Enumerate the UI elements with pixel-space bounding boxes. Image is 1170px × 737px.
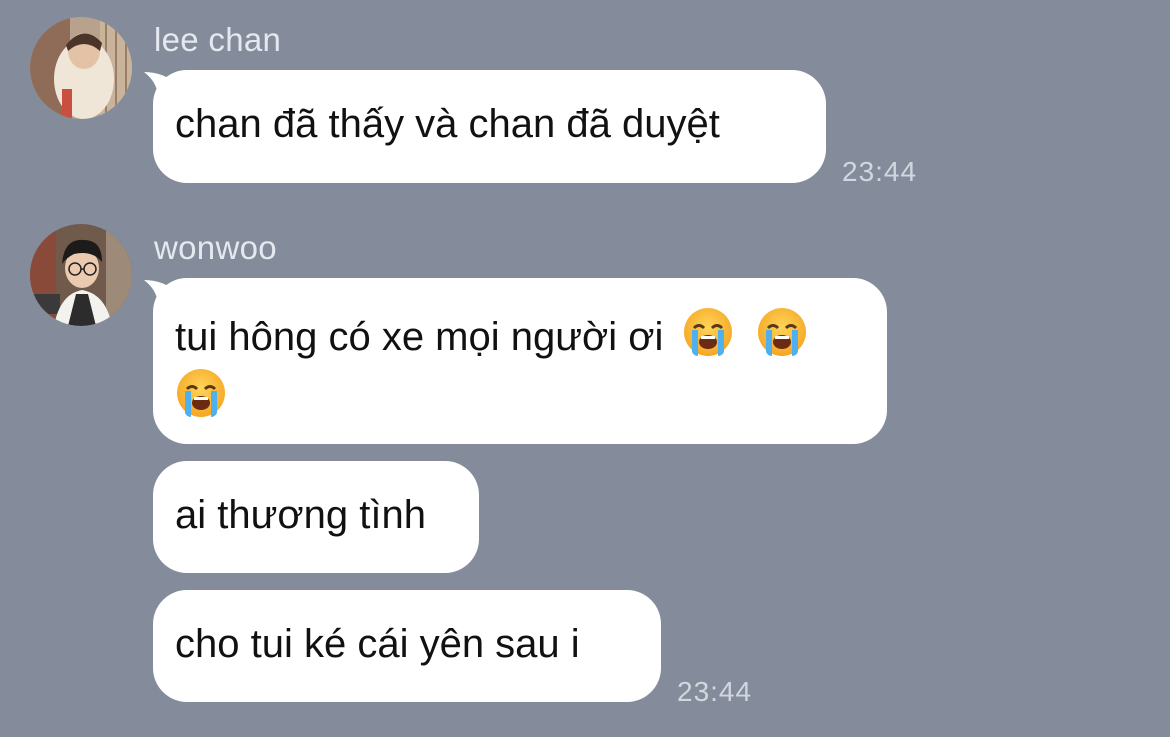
sender-name-wonwoo: wonwoo (154, 229, 277, 266)
message-bubble[interactable]: ai thương tình (153, 461, 479, 573)
message-timestamp: 23:44 (842, 156, 918, 187)
message-text: chan đã thấy và chan đã duyệt (175, 102, 720, 146)
loudly-crying-face-icon (177, 369, 225, 417)
message-bubble[interactable]: tui hông có xe mọi người ơi (153, 278, 887, 444)
avatar-photo-icon (30, 224, 132, 326)
loudly-crying-face-icon (684, 308, 733, 356)
avatar-photo-icon (30, 17, 132, 119)
message-text: tui hông có xe mọi người ơi (175, 315, 664, 359)
message-bubble[interactable]: chan đã thấy và chan đã duyệt (153, 70, 826, 183)
sender-name-lee-chan: lee chan (154, 21, 282, 58)
avatar-wonwoo[interactable] (30, 224, 132, 326)
loudly-crying-face-icon (757, 308, 806, 356)
message-bubble[interactable]: cho tui ké cái yên sau i (153, 590, 661, 702)
avatar-lee-chan[interactable] (30, 17, 132, 119)
message-text: ai thương tình (175, 493, 426, 537)
chat-view: lee chan chan đã thấy và chan đã duyệt 2… (0, 0, 1170, 737)
message-timestamp: 23:44 (677, 676, 753, 707)
message-text: cho tui ké cái yên sau i (175, 622, 580, 666)
